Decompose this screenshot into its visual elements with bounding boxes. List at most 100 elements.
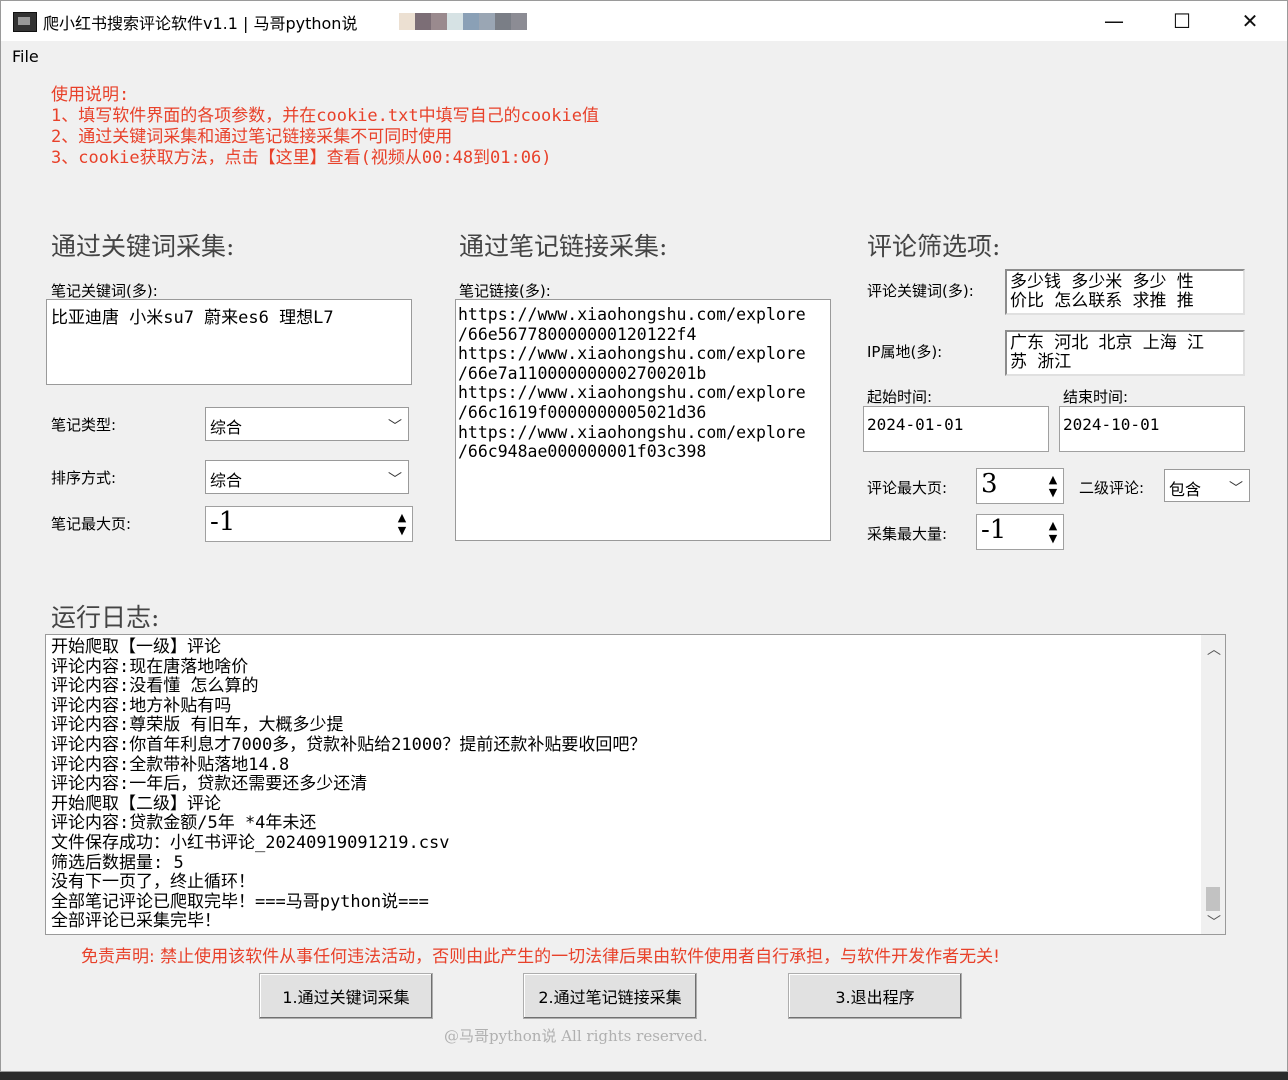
menu-file[interactable]: File <box>12 47 39 66</box>
note-type-select[interactable]: 综合 ﹀ <box>205 407 409 441</box>
sub-comment-select[interactable]: 包含 ﹀ <box>1164 469 1250 502</box>
link-collect-button[interactable]: 2.通过笔记链接采集 <box>523 973 697 1019</box>
spin-arrows-icon[interactable]: ▲ ▼ <box>1043 515 1063 549</box>
title-blur-swatches <box>399 13 527 30</box>
blur-swatch <box>511 13 527 30</box>
note-link-line: https://www.xiaohongshu.com/explore <box>458 305 806 324</box>
chevron-down-icon: ﹀ <box>388 419 402 435</box>
note-link-line: /66e567780000000120122f4 <box>458 324 697 344</box>
comment-keyword-line: 价比 怎么联系 求推 推 <box>1010 291 1194 311</box>
log-title: 运行日志: <box>51 603 160 632</box>
scroll-thumb[interactable] <box>1206 887 1220 911</box>
instructions-line-3[interactable]: 3、cookie获取方法，点击【这里】查看(视频从00:48到01:06) <box>51 148 551 168</box>
app-window: 爬小红书搜索评论软件v1.1 | 马哥python说 — ☐ ✕ File 使用… <box>0 0 1288 1072</box>
ip-location-input[interactable]: 广东 河北 北京 上海 江苏 浙江 <box>1005 330 1245 376</box>
blur-swatch <box>479 13 495 30</box>
spin-arrows-icon[interactable]: ▲ ▼ <box>1043 469 1063 503</box>
sort-order-label: 排序方式: <box>51 469 117 487</box>
log-line: 评论内容:尊荣版 有旧车，大概多少提 <box>51 715 344 736</box>
note-type-value: 综合 <box>210 418 243 437</box>
note-max-page-label: 笔记最大页: <box>51 515 132 533</box>
log-output[interactable]: 开始爬取【一级】评论 评论内容:现在唐落地啥价 评论内容:没看懂 怎么算的 评论内容:… <box>45 634 1226 935</box>
note-link-line: /66c948ae000000001f03c398 <box>458 442 707 462</box>
close-button[interactable]: ✕ <box>1217 1 1283 41</box>
note-type-label: 笔记类型: <box>51 416 117 434</box>
note-link-line: https://www.xiaohongshu.com/explore <box>458 344 806 364</box>
sub-comment-label: 二级评论: <box>1079 479 1145 497</box>
log-line: 开始爬取【一级】评论 <box>51 637 221 657</box>
comment-keywords-input[interactable]: 多少钱 多少米 多少 性价比 怎么联系 求推 推 <box>1005 269 1245 315</box>
log-line: 评论内容:你首年利息才7000多，贷款补贴给21000？提前还款补贴要收回吧？ <box>51 734 647 755</box>
ip-location-label: IP属地(多): <box>867 343 943 361</box>
note-keywords-label: 笔记关键词(多): <box>51 282 158 300</box>
minimize-button[interactable]: — <box>1081 1 1147 41</box>
comment-keywords-label: 评论关键词(多): <box>867 282 974 300</box>
spin-arrows-icon[interactable]: ▲ ▼ <box>392 507 412 541</box>
log-line: 全部笔记评论已爬取完毕！===马哥python说=== <box>51 891 429 912</box>
comment-max-page-value: 3 <box>981 469 998 499</box>
start-time-input[interactable]: 2024-01-01 <box>863 406 1049 452</box>
filter-section-title: 评论筛选项: <box>867 232 1001 261</box>
chevron-down-icon[interactable]: ﹀ <box>1207 912 1221 932</box>
instructions-heading: 使用说明: <box>51 85 130 105</box>
menu-bar: File <box>1 45 1287 69</box>
log-line: 筛选后数据量: 5 <box>51 852 184 873</box>
window-title: 爬小红书搜索评论软件v1.1 | 马哥python说 <box>43 14 358 33</box>
link-section-title: 通过笔记链接采集: <box>459 232 668 261</box>
instructions-line-2: 2、通过关键词采集和通过笔记链接采集不可同时使用 <box>51 127 453 147</box>
exit-button[interactable]: 3.退出程序 <box>788 973 962 1019</box>
log-line: 评论内容:一年后，贷款还需要还多少还清 <box>51 774 368 795</box>
max-collect-count-label: 采集最大量: <box>867 525 948 543</box>
log-line: 评论内容:现在唐落地啥价 <box>51 656 249 677</box>
keyword-collect-button[interactable]: 1.通过关键词采集 <box>259 973 433 1019</box>
comment-max-page-spinbox[interactable]: 3 ▲ ▼ <box>976 468 1064 504</box>
log-line: 全部评论已采集完毕！ <box>51 911 221 932</box>
start-time-label: 起始时间: <box>867 388 933 406</box>
log-line: 评论内容:贷款金额/5年 *4年未还 <box>51 813 317 834</box>
app-icon <box>13 12 37 32</box>
log-line: 评论内容:没看懂 怎么算的 <box>51 676 259 697</box>
note-links-input[interactable]: https://www.xiaohongshu.com/explore/66e5… <box>455 299 831 541</box>
blur-swatch <box>415 13 431 30</box>
sub-comment-value: 包含 <box>1169 480 1202 499</box>
log-line: 评论内容:全款带补贴落地14.8 <box>51 754 290 775</box>
blur-swatch <box>431 13 447 30</box>
log-scrollbar[interactable]: ︿ ﹀ <box>1201 635 1225 934</box>
comment-max-page-label: 评论最大页: <box>867 479 948 497</box>
blur-swatch <box>447 13 463 30</box>
log-line: 没有下一页了，终止循环！ <box>51 872 255 893</box>
blur-swatch <box>463 13 479 30</box>
blur-swatch <box>495 13 511 30</box>
note-link-line: /66e7a110000000002700201b <box>458 363 707 383</box>
note-link-line: /66c1619f0000000005021d36 <box>458 402 707 422</box>
note-max-page-value: -1 <box>210 507 236 537</box>
chevron-down-icon: ﹀ <box>388 472 402 488</box>
sort-order-select[interactable]: 综合 ﹀ <box>205 460 409 494</box>
log-lines: 开始爬取【一级】评论 评论内容:现在唐落地啥价 评论内容:没看懂 怎么算的 评论内容:… <box>46 635 1225 932</box>
log-line: 评论内容:地方补贴有吗 <box>51 695 232 716</box>
chevron-up-icon[interactable]: ︿ <box>1207 639 1221 659</box>
blur-swatch <box>399 13 415 30</box>
log-line: 文件保存成功：小红书评论_20240919091219.csv <box>51 832 450 853</box>
title-bar[interactable]: 爬小红书搜索评论软件v1.1 | 马哥python说 — ☐ ✕ <box>1 1 1287 41</box>
copyright-footer: @马哥python说 All rights reserved. <box>444 1027 708 1045</box>
note-keywords-input[interactable]: 比亚迪唐 小米su7 蔚来es6 理想L7 <box>46 299 412 385</box>
end-time-label: 结束时间: <box>1063 388 1129 406</box>
disclaimer-text: 免责声明: 禁止使用该软件从事任何违法活动，否则由此产生的一切法律后果由软件使用… <box>81 947 1000 967</box>
sort-order-value: 综合 <box>210 471 243 490</box>
note-max-page-spinbox[interactable]: -1 ▲ ▼ <box>205 506 413 542</box>
comment-keyword-line: 多少钱 多少米 多少 性 <box>1010 272 1194 292</box>
note-link-line: https://www.xiaohongshu.com/explore <box>458 383 806 403</box>
note-link-line: https://www.xiaohongshu.com/explore <box>458 422 806 442</box>
ip-location-line: 苏 浙江 <box>1010 352 1072 372</box>
ip-location-line: 广东 河北 北京 上海 江 <box>1010 333 1204 353</box>
max-collect-count-spinbox[interactable]: -1 ▲ ▼ <box>976 514 1064 550</box>
end-time-input[interactable]: 2024-10-01 <box>1059 406 1245 452</box>
note-links-label: 笔记链接(多): <box>459 282 551 300</box>
instructions-line-1: 1、填写软件界面的各项参数，并在cookie.txt中填写自己的cookie值 <box>51 106 599 126</box>
chevron-down-icon: ﹀ <box>1229 481 1243 497</box>
max-collect-count-value: -1 <box>981 515 1007 545</box>
usage-instructions: 使用说明: 1、填写软件界面的各项参数，并在cookie.txt中填写自己的co… <box>51 85 599 169</box>
log-line: 开始爬取【二级】评论 <box>51 793 221 814</box>
maximize-button[interactable]: ☐ <box>1149 1 1215 41</box>
